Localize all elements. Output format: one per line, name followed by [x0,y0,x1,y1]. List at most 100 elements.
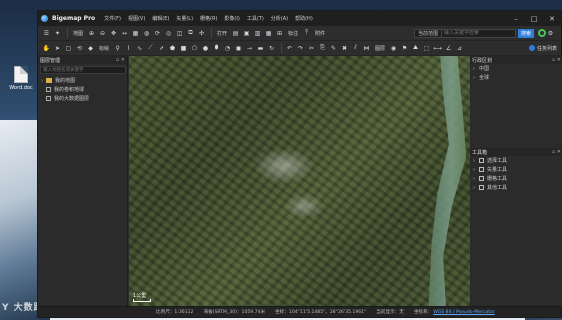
layers-icon[interactable]: ◫ [175,28,184,39]
circle-icon[interactable]: ● [201,43,210,54]
panel-controls-icon[interactable]: ▫ ✕ [552,57,561,63]
angle-icon[interactable]: ∠ [444,43,453,54]
map-button[interactable]: 地图 [71,28,85,39]
profile-icon[interactable]: ⊿ [455,43,464,54]
flag-icon[interactable]: ⚑ [400,43,409,54]
search-input[interactable] [441,28,516,38]
menu-help[interactable]: 帮助(H) [295,15,313,22]
hand-icon[interactable]: ✋ [42,43,51,54]
select-icon[interactable]: ▢ [64,43,73,54]
pan-icon[interactable]: ✥ [109,28,118,39]
ellipse-icon[interactable]: ⬮ [212,43,221,54]
sync-icon[interactable] [538,29,546,37]
move-icon[interactable]: → [245,43,254,54]
redo-icon[interactable]: ↷ [296,43,305,54]
marker-icon[interactable]: ⚲ [113,43,122,54]
zoom-out-icon[interactable]: ⊖ [98,28,107,39]
layer-search-input[interactable] [40,66,126,74]
menu-tools[interactable]: 工具(T) [247,15,264,22]
grid-icon[interactable]: ▦ [131,28,140,39]
table-icon[interactable]: ▦ [264,28,273,39]
close-icon[interactable]: ✕ [543,15,561,23]
tool-item[interactable]: › 矢量工具 [470,165,562,174]
map-canvas[interactable]: 1公里 [129,56,470,307]
image-icon[interactable]: ▣ [242,28,251,39]
edit-icon[interactable]: ✎ [329,43,338,54]
pin-icon[interactable]: ✦ [53,28,62,39]
chart-icon[interactable]: ▥ [253,28,262,39]
menu-analysis[interactable]: 分析(A) [271,15,288,22]
tool-item[interactable]: › 其他工具 [470,183,562,192]
menu-imagery[interactable]: 影像(I) [224,15,239,22]
globe-icon[interactable]: ◍ [142,28,151,39]
layer-checkbox[interactable] [46,87,51,92]
desktop-file-icon[interactable]: Word.doc [6,66,36,91]
task-list-button[interactable]: 任务列表 [528,45,557,52]
menu-edit[interactable]: 编辑(E) [152,15,169,22]
search-scope-dropdown[interactable]: 当前范围 [413,28,442,38]
square-icon[interactable]: ◼ [234,43,243,54]
scale-bar: 1公里 [133,292,151,302]
menu-raster[interactable]: 栅格(R) [200,15,217,22]
undo-icon[interactable]: ↶ [285,43,294,54]
crs-link[interactable]: WGS 84 / Pseudo-Mercator [433,310,495,315]
search-button[interactable]: 搜索 [517,28,534,38]
layer-item[interactable]: 我的卷积地球 [38,85,127,94]
panel-controls-icon[interactable]: ▫ ✕ [552,149,561,155]
zoom-in-icon[interactable]: ⊕ [87,28,96,39]
layer-item[interactable]: 我的大数据图层 [38,94,127,103]
delete-icon[interactable]: ✖ [340,43,349,54]
grid-view-icon[interactable]: ▤ [231,28,240,39]
region-item[interactable]: › 全球 [470,73,562,82]
menu-vector[interactable]: 矢量(L) [176,15,193,22]
elevation-icon[interactable]: ⛰ [411,43,420,54]
lasso-icon[interactable]: ⟲ [75,43,84,54]
copy-icon[interactable]: ⎘ [318,43,327,54]
polygon-icon[interactable]: ⬟ [168,43,177,54]
panel-controls-icon[interactable]: ▫ ✕ [116,57,125,63]
layer-checkbox[interactable] [46,96,51,101]
line-icon[interactable]: ⟋ [146,43,155,54]
minimize-icon[interactable]: – [507,15,525,23]
refresh-icon[interactable]: ⟳ [153,28,162,39]
layer-item[interactable]: › 我的地图 [38,76,127,85]
menu-icon[interactable]: ☰ [42,28,51,39]
tool-item[interactable]: › 选择工具 [470,156,562,165]
tool-item[interactable]: › 栅格工具 [470,174,562,183]
pentagon-icon[interactable]: ⬠ [190,43,199,54]
app-title: Bigemap Pro [52,15,96,22]
polyline-icon[interactable]: ⌇ [124,43,133,54]
arrow-icon[interactable]: ➚ [157,43,166,54]
split-icon[interactable]: ⫽ [351,43,360,54]
layer-button[interactable]: 图层 [373,43,387,54]
cut-icon[interactable]: ✂ [307,43,316,54]
rectangle-icon[interactable]: ■ [179,43,188,54]
settings-icon[interactable]: ⚙ [546,28,555,39]
menu-file[interactable]: 文件(F) [104,15,121,22]
maximize-icon[interactable]: □ [525,15,543,23]
upload-icon[interactable]: ⤒ [302,28,311,39]
measure-icon[interactable]: ↔ [120,28,129,39]
merge-icon[interactable]: ⋈ [362,43,371,54]
distance-icon[interactable]: ⟷ [433,43,442,54]
menu-view[interactable]: 视图(V) [128,15,145,22]
shape-icon[interactable]: ◆ [86,43,95,54]
curve-icon[interactable]: ∿ [135,43,144,54]
attachment-button[interactable]: 附件 [313,28,327,39]
location-icon[interactable]: ◉ [389,43,398,54]
compass-icon[interactable]: ✣ [197,28,206,39]
plot-button[interactable]: 标绘 [97,43,111,54]
cursor-icon[interactable]: ➤ [53,43,62,54]
rotate-icon[interactable]: ↻ [267,43,276,54]
annotation-button[interactable]: 标注 [286,28,300,39]
tag-icon[interactable]: ⧉ [186,28,195,39]
label-icon[interactable]: ▬ [256,43,265,54]
layer-label: 我的地图 [55,78,76,84]
sector-icon[interactable]: ◔ [223,43,232,54]
target-icon[interactable]: ◎ [164,28,173,39]
open-button[interactable]: 打开 [215,28,229,39]
ruler-icon[interactable]: ⊞ [275,28,284,39]
scale-label: 1公里 [133,293,147,299]
region-item[interactable]: › 中国 [470,64,562,73]
area-icon[interactable]: ⬚ [422,43,431,54]
